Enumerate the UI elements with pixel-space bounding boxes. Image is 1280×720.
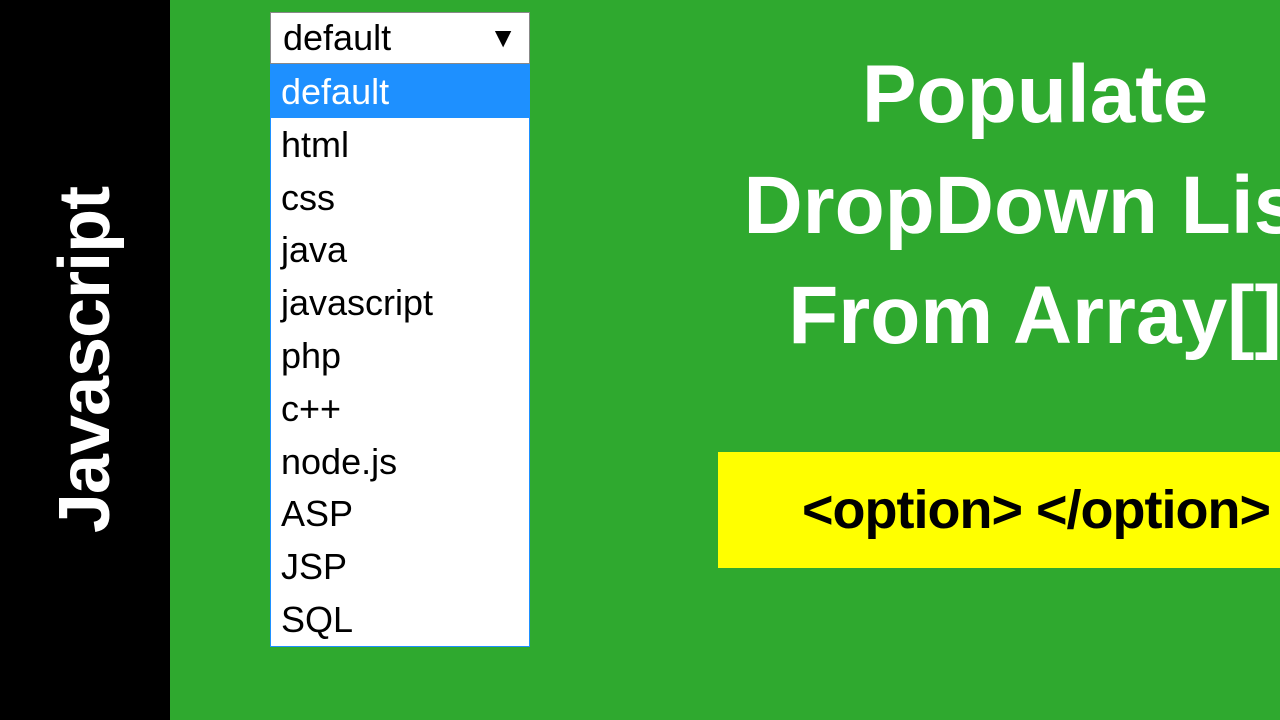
sidebar: Javascript [0, 0, 170, 720]
title-block: Populate DropDown List From Array[] [700, 40, 1280, 372]
select-value: default [283, 17, 391, 59]
option-item[interactable]: ASP [271, 487, 529, 540]
option-item[interactable]: css [271, 171, 529, 224]
option-item[interactable]: node.js [271, 435, 529, 488]
option-item[interactable]: java [271, 223, 529, 276]
main-area: default ▼ defaulthtmlcssjavajavascriptph… [170, 0, 1280, 720]
option-item[interactable]: html [271, 118, 529, 171]
dropdown: default ▼ defaulthtmlcssjavajavascriptph… [270, 12, 530, 647]
option-item[interactable]: php [271, 329, 529, 382]
option-item[interactable]: SQL [271, 593, 529, 646]
option-item[interactable]: c++ [271, 382, 529, 435]
code-hint-text: <option> </option> [802, 479, 1270, 541]
option-item[interactable]: JSP [271, 540, 529, 593]
select-box[interactable]: default ▼ [270, 12, 530, 64]
sidebar-title: Javascript [44, 187, 126, 533]
option-item[interactable]: javascript [271, 276, 529, 329]
title-line-3: From Array[] [700, 261, 1280, 372]
option-item[interactable]: default [271, 65, 529, 118]
title-line-1: Populate [700, 40, 1280, 151]
options-panel: defaulthtmlcssjavajavascriptphpc++node.j… [270, 64, 530, 647]
chevron-down-icon: ▼ [489, 22, 517, 54]
title-line-2: DropDown List [700, 151, 1280, 262]
code-hint: <option> </option> [718, 452, 1280, 568]
